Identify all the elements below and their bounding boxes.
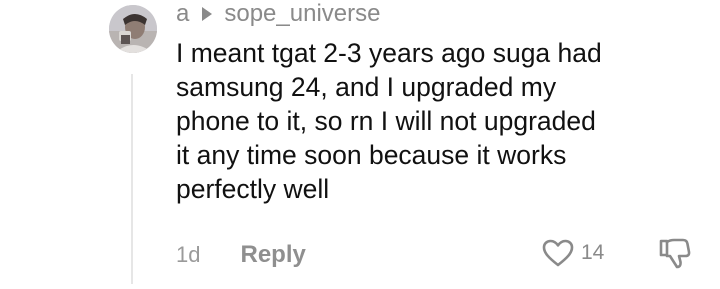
heart-outline-icon [542,239,574,267]
comment-actions: 1d Reply [176,240,306,270]
comment-text: I meant tgat 2-3 years ago suga had sams… [176,38,602,204]
avatar[interactable] [109,5,157,53]
thread-line [131,74,133,284]
author-name[interactable]: a [176,0,189,28]
caret-right-icon [202,7,213,21]
like-button[interactable]: 14 [541,238,604,268]
reply-button[interactable]: Reply [240,241,305,269]
comment-header: a sope_universe [176,0,380,28]
dislike-button[interactable] [656,236,694,275]
avatar-image [109,5,157,53]
reply-to-username[interactable]: sope_universe [224,0,380,28]
like-count: 14 [581,241,605,264]
thumbs-down-outline-icon [659,238,691,269]
timestamp: 1d [176,242,201,267]
